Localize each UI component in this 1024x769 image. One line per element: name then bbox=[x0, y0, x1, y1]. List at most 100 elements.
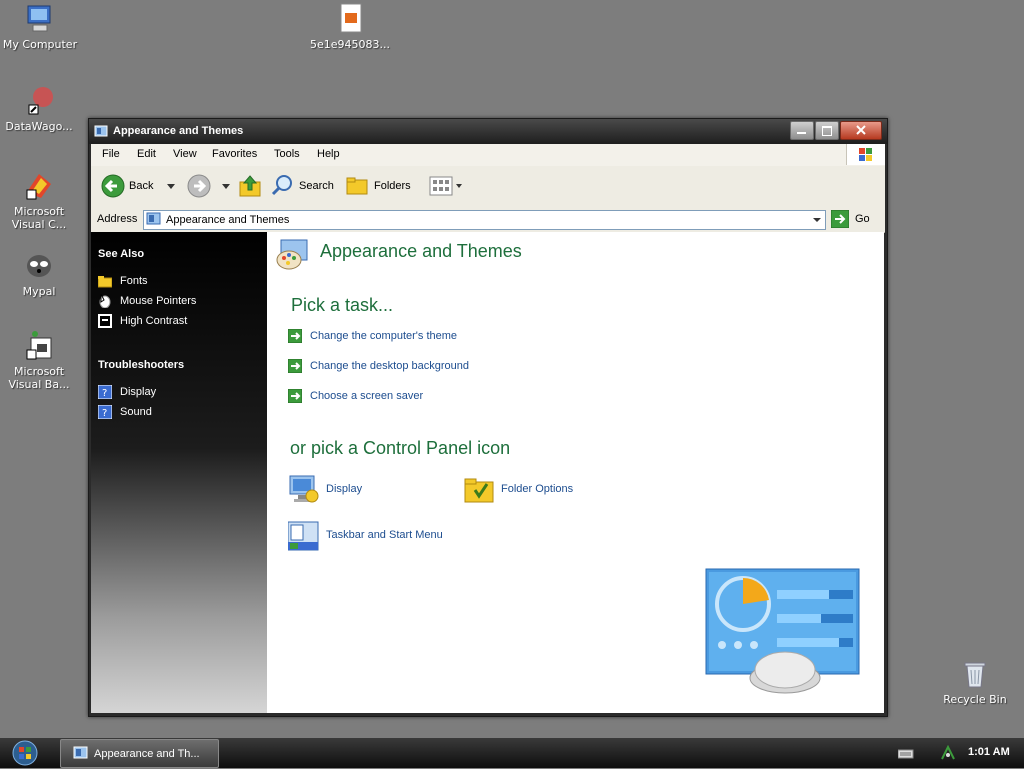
task-label: Choose a screen saver bbox=[310, 390, 424, 402]
forward-arrow-icon[interactable] bbox=[187, 174, 211, 198]
go-arrow-icon bbox=[831, 210, 849, 228]
cp-taskbar-start-menu-icon[interactable]: Taskbar and Start Menu bbox=[287, 520, 443, 555]
troubleshooter-label: Display bbox=[120, 386, 157, 398]
desktop-icon-recycle-bin[interactable]: Recycle Bin bbox=[935, 658, 1015, 706]
file-icon bbox=[334, 3, 366, 35]
address-label: Address bbox=[97, 213, 138, 225]
clock: 1:01 AM bbox=[968, 746, 1010, 758]
keyboard-icon[interactable] bbox=[898, 748, 914, 760]
cp-icon-label: Taskbar and Start Menu bbox=[326, 529, 443, 541]
desktop-icon-label: 5e1e945083... bbox=[310, 38, 391, 51]
windows-logo-icon bbox=[846, 144, 885, 165]
menu-favorites[interactable]: Favorites bbox=[212, 148, 257, 160]
shortcut-icon bbox=[23, 330, 55, 362]
forward-dropdown-icon[interactable] bbox=[222, 184, 230, 190]
green-arrow-icon bbox=[288, 359, 302, 373]
search-icon bbox=[271, 175, 292, 196]
troubleshooter-label: Sound bbox=[120, 406, 152, 418]
back-label: Back bbox=[129, 180, 154, 192]
back-button[interactable]: Back bbox=[101, 174, 177, 200]
desktop-icon-my-computer[interactable]: My Computer bbox=[0, 3, 80, 51]
desktop-icon-label: Microsoft Visual Ba... bbox=[8, 365, 70, 391]
menu-help[interactable]: Help bbox=[317, 148, 340, 160]
control-panel-icon bbox=[73, 746, 88, 759]
appearance-themes-icon bbox=[276, 239, 308, 270]
window-title: Appearance and Themes bbox=[113, 125, 244, 137]
views-icon[interactable] bbox=[429, 176, 463, 198]
close-icon bbox=[856, 125, 866, 135]
menu-edit[interactable]: Edit bbox=[137, 148, 156, 160]
side-panel: See Also Fonts Mouse Pointers High Contr… bbox=[91, 232, 267, 713]
taskbar-icon bbox=[287, 521, 319, 551]
browser-icon bbox=[23, 250, 55, 282]
svg-text:?: ? bbox=[102, 408, 107, 419]
folders-icon bbox=[346, 177, 368, 195]
pick-icon-heading: or pick a Control Panel icon bbox=[290, 438, 511, 458]
windows-orb-icon bbox=[12, 740, 38, 766]
desktop-icon-datawago[interactable]: DataWago... bbox=[0, 85, 79, 133]
page-title: Appearance and Themes bbox=[320, 241, 522, 261]
minimize-button[interactable] bbox=[790, 121, 814, 140]
taskbar-app-button[interactable]: Appearance and Th... bbox=[60, 739, 219, 768]
pick-task-heading: Pick a task... bbox=[291, 295, 394, 315]
go-label: Go bbox=[855, 213, 870, 225]
cp-icon-label: Display bbox=[326, 483, 363, 495]
menu-view[interactable]: View bbox=[173, 148, 197, 160]
address-bar: Address Appearance and Themes Go bbox=[91, 208, 885, 233]
chevron-down-icon bbox=[813, 218, 821, 222]
green-arrow-icon bbox=[288, 329, 302, 343]
help-icon: ? bbox=[98, 405, 112, 419]
recycle-bin-icon bbox=[959, 658, 991, 690]
shortcut-icon bbox=[23, 85, 55, 117]
address-input[interactable]: Appearance and Themes bbox=[143, 210, 826, 230]
folders-button[interactable]: Folders bbox=[346, 174, 418, 200]
search-label: Search bbox=[299, 180, 334, 192]
desktop-icon-mypal[interactable]: Mypal bbox=[0, 250, 79, 298]
control-panel-icon bbox=[94, 125, 108, 137]
maximize-button[interactable] bbox=[815, 121, 839, 140]
maximize-icon bbox=[822, 126, 832, 136]
shortcut-icon bbox=[23, 170, 55, 202]
cp-display-icon[interactable]: Display bbox=[288, 474, 362, 509]
title-bar[interactable]: Appearance and Themes bbox=[89, 119, 887, 144]
menu-file[interactable]: File bbox=[102, 148, 120, 160]
control-panel-illustration bbox=[705, 568, 860, 694]
folders-label: Folders bbox=[374, 180, 411, 192]
desktop-icon-label: My Computer bbox=[2, 38, 78, 51]
close-button[interactable] bbox=[840, 121, 882, 140]
search-button[interactable]: Search bbox=[271, 174, 337, 200]
go-button[interactable]: Go bbox=[831, 210, 879, 230]
desktop-icon-label: Recycle Bin bbox=[943, 693, 1007, 706]
green-arrow-icon bbox=[288, 389, 302, 403]
start-button[interactable] bbox=[10, 740, 40, 766]
control-panel-icon bbox=[146, 212, 161, 225]
network-icon[interactable] bbox=[940, 745, 956, 761]
address-dropdown-button[interactable] bbox=[809, 211, 825, 229]
computer-icon bbox=[24, 3, 56, 35]
see-also-label: Mouse Pointers bbox=[120, 295, 197, 307]
desktop-icon-visual-basic[interactable]: Microsoft Visual Ba... bbox=[0, 330, 79, 391]
help-icon: ? bbox=[98, 385, 112, 399]
minimize-icon bbox=[797, 132, 806, 134]
cp-icon-label: Folder Options bbox=[501, 483, 574, 495]
desktop-icon-label: DataWago... bbox=[5, 120, 73, 133]
desktop-icon-label: Mypal bbox=[22, 285, 56, 298]
up-folder-icon[interactable] bbox=[238, 174, 262, 198]
desktop-icon-visual-c[interactable]: Microsoft Visual C... bbox=[0, 170, 79, 231]
toolbar: Back Search Folders bbox=[91, 166, 885, 209]
task-label: Change the desktop background bbox=[310, 360, 470, 372]
back-dropdown-icon[interactable] bbox=[167, 184, 175, 190]
back-arrow-icon bbox=[101, 174, 125, 198]
desktop-icon-label: Microsoft Visual C... bbox=[11, 205, 67, 231]
display-icon bbox=[289, 475, 319, 503]
menu-tools[interactable]: Tools bbox=[274, 148, 300, 160]
taskbar-app-label: Appearance and Th... bbox=[94, 748, 200, 760]
troubleshooters-heading: Troubleshooters bbox=[98, 359, 185, 371]
desktop-icon-file[interactable]: 5e1e945083... bbox=[310, 3, 390, 51]
folder-options-icon bbox=[464, 478, 494, 503]
cp-folder-options-icon[interactable]: Folder Options bbox=[463, 474, 573, 509]
taskbar: Appearance and Th... 1:01 AM bbox=[0, 738, 1024, 768]
see-also-label: High Contrast bbox=[120, 315, 188, 327]
menu-bar: File Edit View Favorites Tools Help bbox=[91, 144, 885, 167]
mouse-icon bbox=[99, 294, 111, 308]
